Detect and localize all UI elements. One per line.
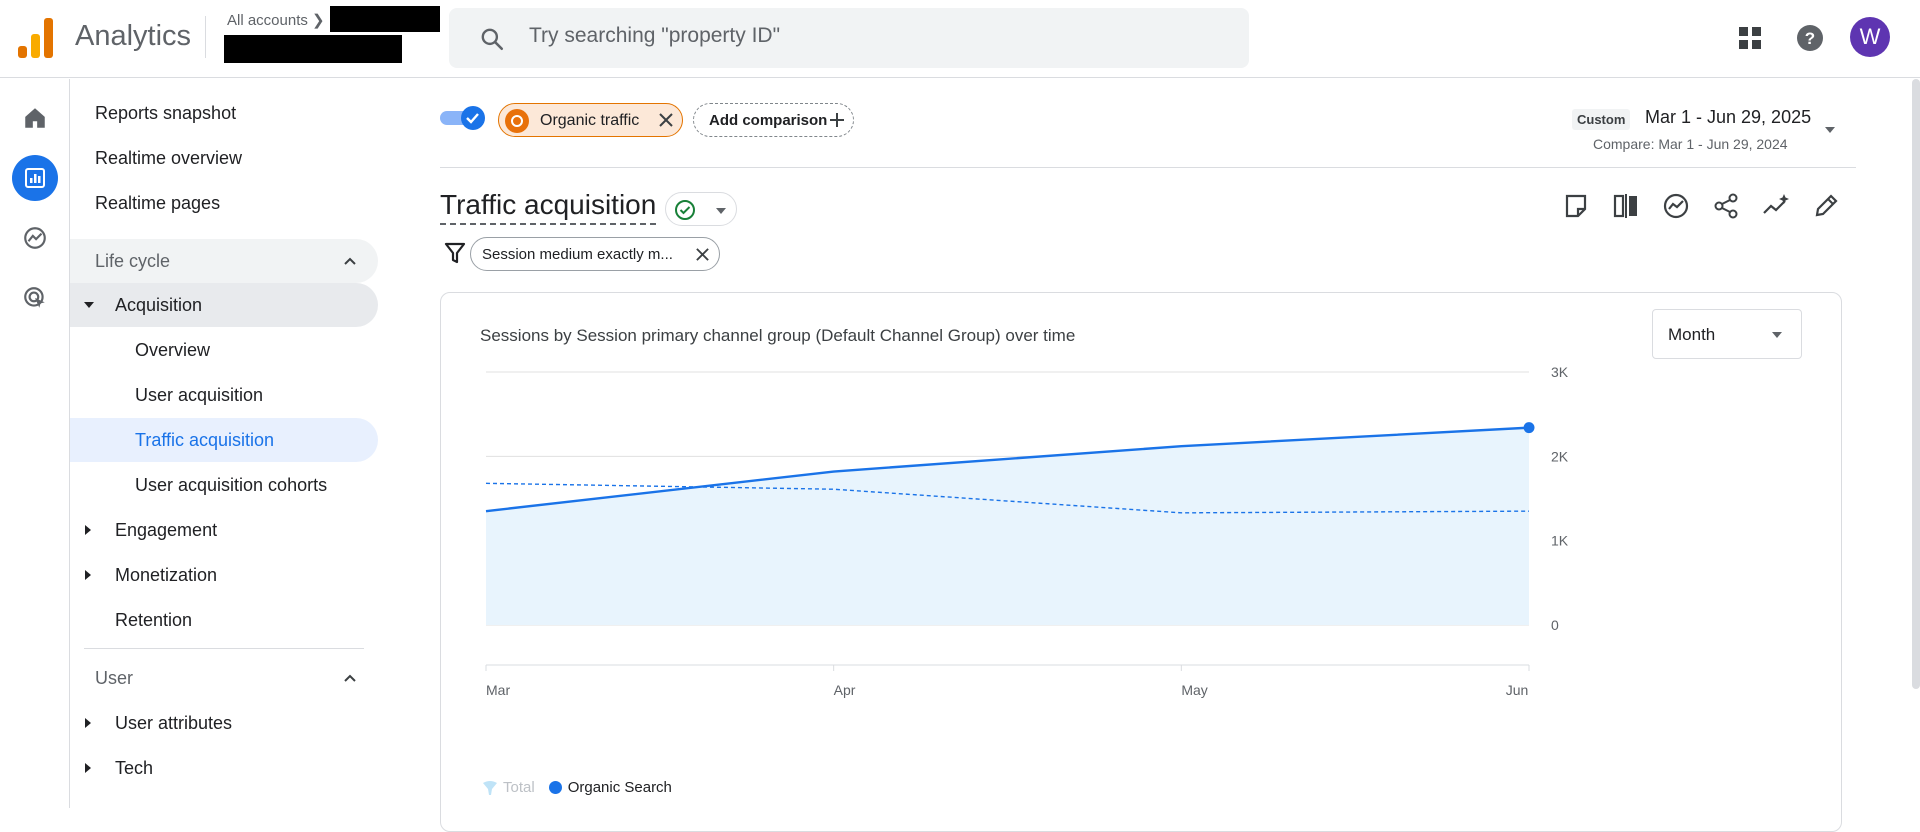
chevron-down-icon [716, 208, 726, 214]
nav-monetization[interactable]: Monetization [70, 553, 378, 597]
caret-right-icon [85, 763, 91, 773]
x-tick-label: Mar [486, 682, 510, 698]
caret-down-icon [84, 302, 94, 308]
add-comparison-button[interactable]: Add comparison [693, 103, 854, 137]
nav-traffic-acquisition[interactable]: Traffic acquisition [70, 418, 378, 462]
search-bar[interactable]: Try searching "property ID" [449, 8, 1249, 68]
advertising-icon [24, 287, 45, 308]
chart-card: Sessions by Session primary channel grou… [440, 292, 1842, 832]
rail-home-button[interactable] [12, 95, 58, 141]
date-compare-text[interactable]: Compare: Mar 1 - Jun 29, 2024 [1593, 136, 1788, 152]
nav-user-acquisition-cohorts[interactable]: User acquisition cohorts [70, 463, 378, 507]
check-circle-icon [675, 200, 695, 220]
nav-acquisition[interactable]: Acquisition [70, 283, 378, 327]
caret-right-icon [85, 570, 91, 580]
apps-grid-icon[interactable] [1738, 26, 1762, 50]
main-content: Organic traffic Add comparison Custom Ma… [388, 79, 1920, 832]
nav-engagement[interactable]: Engagement [70, 508, 378, 552]
analytics-logo-icon[interactable] [18, 18, 54, 58]
sparkle-trend-icon[interactable] [1761, 191, 1791, 221]
nav-realtime-overview[interactable]: Realtime overview [70, 136, 378, 180]
nav-acquisition-overview[interactable]: Overview [70, 328, 378, 372]
filter-chip[interactable]: Session medium exactly m... [470, 237, 720, 271]
breadcrumb[interactable]: All accounts ❯ [227, 11, 325, 29]
nav-tech[interactable]: Tech [70, 746, 378, 790]
header-divider [440, 167, 1856, 168]
page-title[interactable]: Traffic acquisition [440, 189, 657, 225]
nav-realtime-pages[interactable]: Realtime pages [70, 181, 378, 225]
comparison-toggle[interactable] [440, 106, 486, 130]
home-icon [25, 108, 45, 128]
y-tick-label: 0 [1551, 617, 1559, 633]
search-icon [481, 28, 504, 51]
comparison-chip-organic-traffic[interactable]: Organic traffic [498, 103, 683, 137]
edit-pencil-icon[interactable] [1811, 191, 1841, 221]
nav-section-lifecycle[interactable]: Life cycle [70, 239, 378, 283]
report-status-dropdown[interactable] [665, 192, 737, 226]
page-scrollbar[interactable] [1912, 79, 1920, 689]
legend-dot [548, 781, 562, 794]
x-tick-label: Apr [834, 682, 856, 698]
search-input[interactable]: Try searching "property ID" [529, 24, 780, 48]
left-nav: Reports snapshot Realtime overview Realt… [70, 79, 388, 808]
rail-reports-button[interactable] [12, 155, 58, 201]
header-divider [205, 16, 206, 58]
insights-icon[interactable] [1661, 191, 1691, 221]
chevron-up-icon [344, 257, 356, 265]
date-range-picker[interactable]: Mar 1 - Jun 29, 2025 [1645, 107, 1811, 128]
legend-item-organic-search[interactable]: Organic Search [548, 779, 672, 796]
segment-color-icon [505, 109, 529, 133]
y-tick-label: 1K [1551, 533, 1569, 549]
app-title: Analytics [75, 20, 192, 52]
explore-icon [24, 227, 46, 249]
caret-right-icon [85, 525, 91, 535]
close-icon[interactable] [695, 247, 710, 262]
avatar[interactable]: W [1850, 17, 1890, 57]
chart-legend: Total Organic Search [481, 779, 686, 796]
left-rail [0, 79, 70, 808]
y-tick-label: 2K [1551, 448, 1569, 464]
close-icon[interactable] [658, 112, 674, 128]
share-icon[interactable] [1711, 191, 1741, 221]
series-point-last [1523, 422, 1535, 434]
chevron-up-icon [344, 674, 356, 682]
nav-retention[interactable]: Retention [70, 598, 378, 642]
rail-explore-button[interactable] [12, 215, 58, 261]
reports-icon [25, 168, 45, 188]
x-tick-label: May [1181, 682, 1207, 698]
legend-item-total[interactable]: Total [481, 779, 535, 796]
chevron-right-icon: ❯ [312, 12, 325, 29]
top-bar: Analytics All accounts ❯ Try searching "… [0, 0, 1920, 78]
filter-icon [444, 242, 466, 264]
redacted-property-name[interactable] [224, 35, 402, 63]
chevron-down-icon[interactable] [1825, 127, 1835, 133]
y-tick-label: 3K [1551, 364, 1569, 380]
breadcrumb-all-accounts[interactable]: All accounts [227, 12, 308, 29]
nav-reports-snapshot[interactable]: Reports snapshot [70, 91, 378, 135]
sessions-line-chart[interactable]: 0 1K 2K 3K Mar Apr May Jun [441, 293, 1841, 773]
series-area-organic-search [486, 427, 1529, 625]
rail-advertising-button[interactable] [12, 275, 58, 321]
date-range-tag: Custom [1572, 109, 1631, 130]
compare-columns-icon[interactable] [1611, 191, 1641, 221]
nav-divider [84, 648, 364, 649]
caret-right-icon [85, 718, 91, 728]
legend-total-icon [483, 780, 497, 795]
annotation-icon[interactable] [1561, 191, 1591, 221]
nav-user-attributes[interactable]: User attributes [70, 701, 378, 745]
redacted-account-name[interactable] [330, 6, 440, 32]
svg-text:?: ? [1805, 29, 1815, 48]
nav-section-user[interactable]: User [70, 656, 378, 700]
plus-icon [830, 113, 844, 127]
x-tick-label: Jun [1506, 682, 1529, 698]
nav-user-acquisition[interactable]: User acquisition [70, 373, 378, 417]
help-icon[interactable]: ? [1796, 24, 1824, 52]
